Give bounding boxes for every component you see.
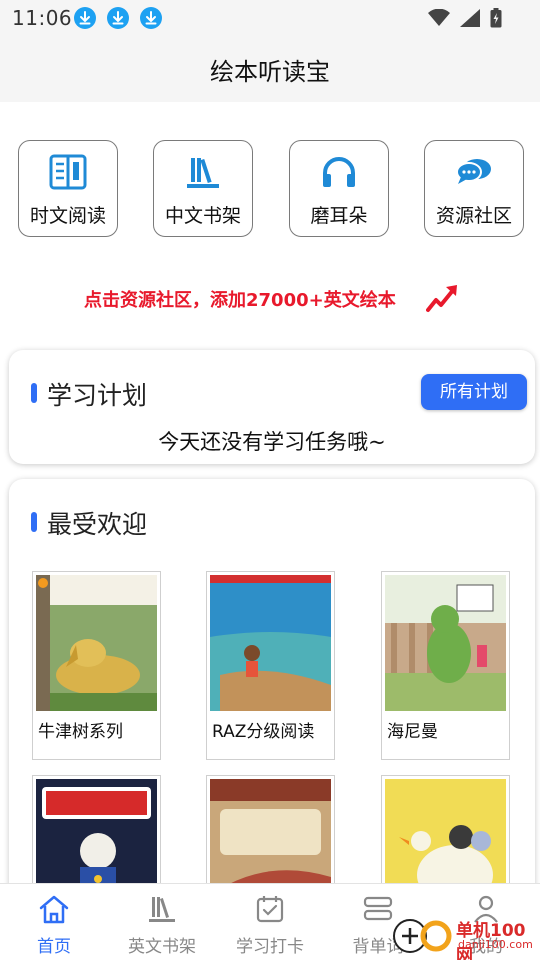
tab-home[interactable]: 首页 — [0, 884, 108, 960]
quick-link-label: 磨耳朵 — [310, 205, 368, 227]
all-plans-button[interactable]: 所有计划 — [421, 374, 527, 410]
book-cover — [210, 575, 331, 711]
home-icon — [0, 894, 108, 926]
tab-label: 学习打卡 — [236, 937, 304, 957]
section-marker — [31, 512, 37, 532]
battery-icon — [490, 8, 502, 32]
tab-check-in[interactable]: 学习打卡 — [216, 884, 324, 960]
book-item[interactable] — [206, 775, 335, 899]
download-icon — [107, 7, 129, 29]
download-icon — [140, 7, 162, 29]
section-title: 最受欢迎 — [47, 510, 148, 539]
book-item[interactable] — [381, 775, 510, 899]
calendar-check-icon — [216, 894, 324, 926]
watermark-logo: 单机100网 danji100.com — [390, 912, 540, 960]
study-plan-card: 学习计划 所有计划 今天还没有学习任务哦~ — [9, 350, 535, 464]
tab-english-shelf[interactable]: 英文书架 — [108, 884, 216, 960]
bookshelf-icon — [154, 151, 252, 193]
quick-link-label: 时文阅读 — [29, 205, 106, 227]
book-cover — [36, 779, 157, 899]
quick-link-articles[interactable]: 时文阅读 — [18, 140, 118, 237]
watermark-subtext: danji100.com — [458, 938, 533, 951]
quick-link-community[interactable]: 资源社区 — [424, 140, 524, 237]
tab-label: 首页 — [37, 937, 71, 957]
book-title: 牛津树系列 — [38, 722, 123, 742]
book-item[interactable]: RAZ分级阅读 — [206, 571, 335, 760]
book-cover — [210, 779, 331, 899]
status-bar: 11:06 — [0, 0, 540, 36]
headphones-icon — [290, 151, 388, 193]
quick-link-chinese-shelf[interactable]: 中文书架 — [153, 140, 253, 237]
trending-up-icon — [426, 282, 460, 318]
section-title: 学习计划 — [47, 381, 148, 410]
page-title: 绘本听读宝 — [210, 58, 330, 86]
book-title: RAZ分级阅读 — [212, 722, 315, 742]
wifi-icon — [428, 8, 450, 31]
signal-icon — [460, 9, 480, 31]
quick-link-label: 资源社区 — [435, 205, 512, 227]
bookshelf-icon — [108, 894, 216, 926]
tab-label: 英文书架 — [128, 937, 196, 957]
empty-plan-text: 今天还没有学习任务哦~ — [158, 430, 386, 454]
popular-card: 最受欢迎 牛津树系列 RAZ分级阅读 海尼曼 — [9, 479, 535, 899]
status-time: 11:06 — [12, 6, 73, 30]
book-item[interactable] — [32, 775, 161, 899]
book-item[interactable]: 牛津树系列 — [32, 571, 161, 760]
book-cover — [385, 779, 506, 899]
chat-bubbles-icon — [425, 151, 523, 193]
book-item[interactable]: 海尼曼 — [381, 571, 510, 760]
book-open-icon — [19, 151, 117, 193]
book-cover — [36, 575, 157, 711]
quick-link-label: 中文书架 — [164, 205, 241, 227]
app-header: 绘本听读宝 — [0, 36, 540, 102]
download-icon — [74, 7, 96, 29]
quick-link-listening[interactable]: 磨耳朵 — [289, 140, 389, 237]
promo-text: 点击资源社区，添加27000+英文绘本 — [84, 290, 396, 311]
book-title: 海尼曼 — [387, 722, 438, 742]
promo-banner[interactable]: 点击资源社区，添加27000+英文绘本 — [0, 282, 540, 316]
book-cover — [385, 575, 506, 711]
section-marker — [31, 383, 37, 403]
